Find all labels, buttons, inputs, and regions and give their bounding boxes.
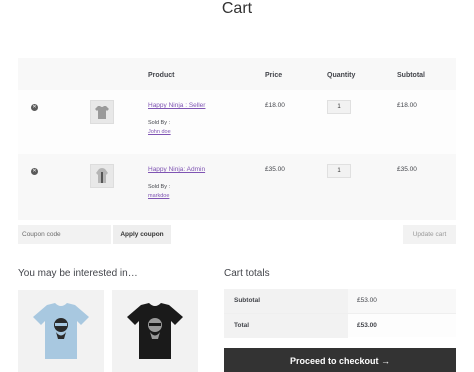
cart-row: ✕ Happy Ninja : Seller Sold By : John do… [18, 90, 456, 154]
apply-coupon-button[interactable]: Apply coupon [113, 225, 171, 244]
header-quantity: Quantity [327, 72, 356, 79]
cart-totals-table: Subtotal £53.00 Total £53.00 [224, 289, 456, 339]
item-subtotal: £35.00 [397, 166, 417, 173]
proceed-to-checkout-button[interactable]: Proceed to checkout → [224, 348, 456, 372]
cart-table: Product Price Quantity Subtotal ✕ Happy … [18, 58, 456, 220]
seller-link[interactable]: markdoe [148, 193, 169, 199]
sold-by-label: Sold By : [148, 184, 171, 190]
coupon-code-input[interactable]: Coupon code [18, 225, 111, 244]
subtotal-row: Subtotal £53.00 [224, 289, 456, 313]
black-tshirt-icon[interactable] [112, 290, 198, 372]
subtotal-label: Subtotal [224, 289, 348, 313]
cart-row: ✕ Happy Ninja: Admin Sold By : markdoe £… [18, 154, 456, 218]
header-product: Product [148, 72, 175, 79]
quantity-input[interactable]: 1 [327, 100, 351, 114]
header-subtotal: Subtotal [397, 72, 425, 79]
total-label: Total [224, 314, 348, 338]
total-value: £53.00 [357, 322, 377, 329]
remove-item-icon[interactable]: ✕ [31, 104, 38, 111]
quantity-input[interactable]: 1 [327, 164, 351, 178]
subtotal-value: £53.00 [357, 297, 377, 304]
product-name-link[interactable]: Happy Ninja : Seller [148, 102, 205, 109]
hoodie-icon[interactable] [90, 164, 114, 188]
remove-item-icon[interactable]: ✕ [31, 168, 38, 175]
total-row: Total £53.00 [224, 313, 456, 338]
item-price: £18.00 [265, 102, 285, 109]
item-subtotal: £18.00 [397, 102, 417, 109]
tshirt-icon[interactable] [90, 100, 114, 124]
light-blue-tshirt-icon[interactable] [18, 290, 104, 372]
arrow-right-icon: → [381, 356, 391, 366]
sold-by-label: Sold By : [148, 120, 171, 126]
page-title: Cart [221, 0, 253, 17]
update-cart-button[interactable]: Update cart [403, 225, 456, 244]
cross-sells-title: You may be interested in… [18, 268, 138, 279]
header-price: Price [265, 72, 283, 79]
checkout-label: Proceed to checkout [289, 356, 379, 366]
item-price: £35.00 [265, 166, 285, 173]
cart-totals-title: Cart totals [224, 268, 270, 279]
product-name-link[interactable]: Happy Ninja: Admin [148, 166, 205, 173]
seller-link[interactable]: John doe [148, 129, 171, 135]
